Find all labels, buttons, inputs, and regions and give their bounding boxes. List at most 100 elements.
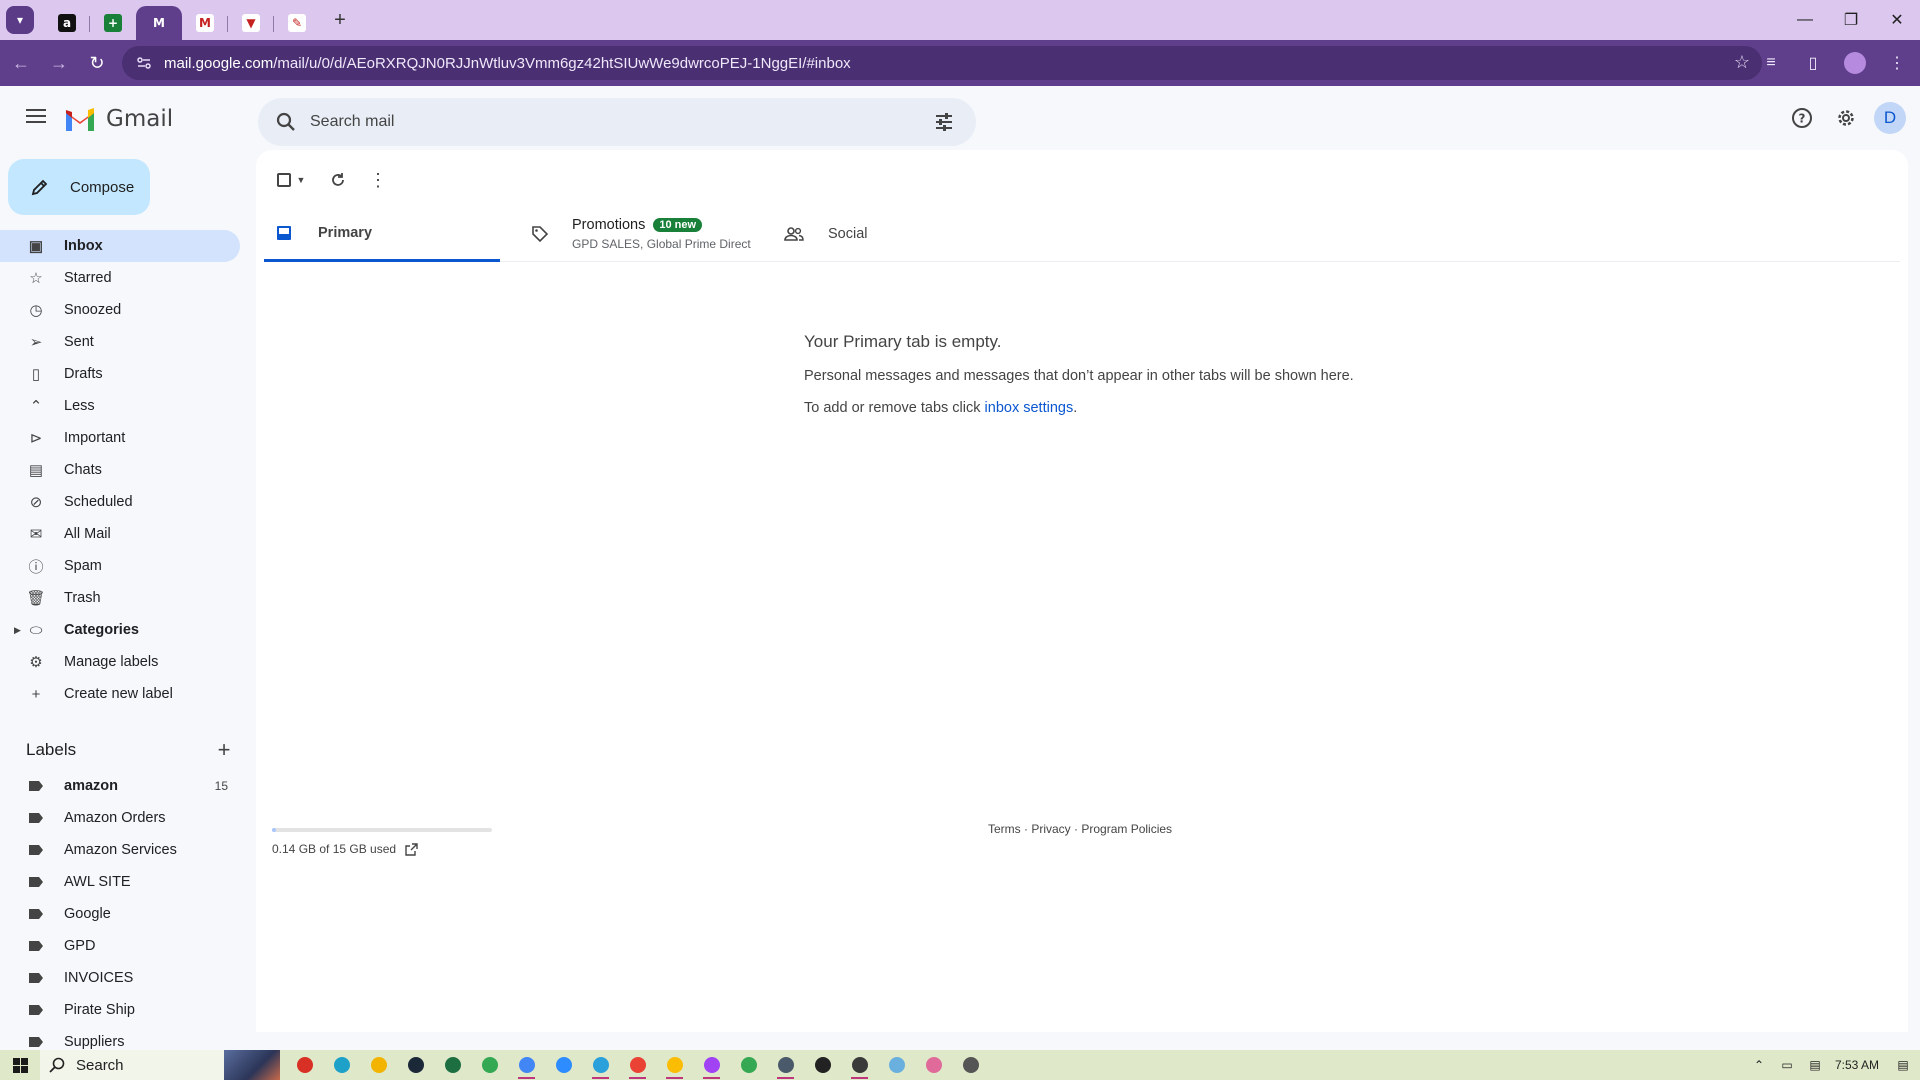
side-panel-icon[interactable]: ▯ xyxy=(1796,46,1830,80)
label-item-google[interactable]: Google xyxy=(0,898,240,930)
steam-app[interactable] xyxy=(397,1050,434,1080)
app-tab-2[interactable]: ✎ xyxy=(273,6,320,40)
clock[interactable]: 7:53 AM xyxy=(1828,1050,1886,1080)
sidebar-item-important[interactable]: ⊳ Important xyxy=(0,422,240,454)
terms-link[interactable]: Terms xyxy=(988,822,1021,836)
telegram-app[interactable] xyxy=(582,1050,619,1080)
tab-primary[interactable]: Primary xyxy=(264,206,500,262)
settings-gear-icon[interactable] xyxy=(1826,98,1866,138)
gmail-header: Gmail ? D xyxy=(0,86,1920,150)
sidebar-item-categories[interactable]: ▶ ⬭ Categories xyxy=(0,614,240,646)
label-item-gpd[interactable]: GPD xyxy=(0,930,240,962)
label-item-pirate-ship[interactable]: Pirate Ship xyxy=(0,994,240,1026)
more-options-button[interactable]: ⋮ xyxy=(358,160,398,200)
gmail-tab[interactable]: M xyxy=(136,6,182,40)
zoom-app[interactable] xyxy=(545,1050,582,1080)
excel-app[interactable] xyxy=(434,1050,471,1080)
folder-app[interactable] xyxy=(360,1050,397,1080)
label-item-invoices[interactable]: INVOICES xyxy=(0,962,240,994)
main-menu-icon[interactable] xyxy=(20,100,52,132)
minimize-button[interactable]: — xyxy=(1782,0,1828,40)
edge-app[interactable] xyxy=(323,1050,360,1080)
label-item-amazon-services[interactable]: Amazon Services xyxy=(0,834,240,866)
privacy-link[interactable]: Privacy xyxy=(1031,822,1070,836)
label-name: INVOICES xyxy=(64,970,134,986)
help-icon[interactable]: ? xyxy=(1782,98,1822,138)
chrome-app-4[interactable] xyxy=(656,1050,693,1080)
gmail-logo[interactable]: Gmail xyxy=(64,106,173,132)
terminal-app[interactable] xyxy=(841,1050,878,1080)
red-app[interactable] xyxy=(286,1050,323,1080)
chrome-app-2[interactable] xyxy=(508,1050,545,1080)
chevron-up-icon[interactable]: ⌃ xyxy=(1746,1050,1772,1080)
gmail-tab-2[interactable]: M xyxy=(182,6,228,40)
add-label-button[interactable]: + xyxy=(208,734,240,766)
refresh-button[interactable] xyxy=(318,160,358,200)
amazon-tab[interactable]: a xyxy=(44,6,90,40)
bookmark-star-icon[interactable]: ☆ xyxy=(1734,52,1750,73)
sidebar-item-scheduled[interactable]: ⊘ Scheduled xyxy=(0,486,240,518)
search-icon[interactable] xyxy=(266,102,306,142)
forward-button[interactable]: → xyxy=(42,46,76,80)
tab-social[interactable]: Social xyxy=(774,206,974,262)
sidebar-item-sent[interactable]: ➢ Sent xyxy=(0,326,240,358)
sidebar-item-all-mail[interactable]: ✉ All Mail xyxy=(0,518,240,550)
chrome-app-3[interactable] xyxy=(619,1050,656,1080)
obs-app[interactable] xyxy=(804,1050,841,1080)
sidebar-item-snoozed[interactable]: ◷ Snoozed xyxy=(0,294,240,326)
sheets-tab-favicon-icon: + xyxy=(104,14,122,32)
chrome-app-5[interactable] xyxy=(693,1050,730,1080)
profile-button[interactable] xyxy=(1838,46,1872,80)
sidebar-item-trash[interactable]: 🗑 Trash xyxy=(0,582,240,614)
network-icon[interactable]: ▤ xyxy=(1802,1050,1828,1080)
tab-promotions[interactable]: Promotions 10 new GPD SALES, Global Prim… xyxy=(520,206,760,262)
app-tab[interactable]: ▼ xyxy=(227,6,274,40)
new-tab-button[interactable]: + xyxy=(326,6,354,34)
notification-icon[interactable]: ▤ xyxy=(1886,1050,1920,1080)
hint-suffix: . xyxy=(1073,400,1078,416)
reload-button[interactable]: ↻ xyxy=(80,46,114,80)
sidebar-item-create-new-label[interactable]: + Create new label xyxy=(0,678,240,710)
omnibox[interactable]: mail.google.com/mail/u/0/d/AEoRXRQJN0RJJ… xyxy=(122,46,1762,80)
sidebar-item-less[interactable]: ⌃ Less xyxy=(0,390,240,422)
url-text[interactable]: mail.google.com/mail/u/0/d/AEoRXRQJN0RJJ… xyxy=(164,55,851,72)
media-control-icon[interactable]: ≡ xyxy=(1754,46,1788,80)
inbox-settings-link[interactable]: inbox settings xyxy=(985,400,1074,416)
browser-menu-icon[interactable]: ⋮ xyxy=(1880,46,1914,80)
paint-app[interactable] xyxy=(915,1050,952,1080)
notepad-app[interactable] xyxy=(878,1050,915,1080)
sidebar-item-chats[interactable]: ▤ Chats xyxy=(0,454,240,486)
label-item-awl-site[interactable]: AWL SITE xyxy=(0,866,240,898)
taskbar-search[interactable]: Search xyxy=(40,1050,280,1080)
compose-button[interactable]: Compose xyxy=(8,159,150,215)
label-name: Google xyxy=(64,906,111,922)
settings-app[interactable] xyxy=(952,1050,989,1080)
account-avatar[interactable]: D xyxy=(1874,102,1906,134)
calculator-app[interactable] xyxy=(767,1050,804,1080)
site-info-icon[interactable] xyxy=(130,49,158,77)
start-button[interactable] xyxy=(0,1050,40,1080)
label-name: amazon xyxy=(64,778,118,794)
search-options-icon[interactable] xyxy=(924,102,964,142)
tab-search-button[interactable]: ▾ xyxy=(6,6,34,34)
chrome-app[interactable] xyxy=(471,1050,508,1080)
select-all-checkbox[interactable]: ▼ xyxy=(270,160,312,200)
chrome-app-6[interactable] xyxy=(730,1050,767,1080)
sheets-tab[interactable]: + xyxy=(89,6,136,40)
header-actions: ? D xyxy=(1782,98,1906,138)
label-item-amazon[interactable]: amazon 15 xyxy=(0,770,240,802)
label-item-amazon-orders[interactable]: Amazon Orders xyxy=(0,802,240,834)
sidebar-item-drafts[interactable]: ▯ Drafts xyxy=(0,358,240,390)
external-link-icon[interactable] xyxy=(404,842,418,856)
search-input[interactable] xyxy=(310,113,924,131)
sidebar-item-spam[interactable]: ⓘ Spam xyxy=(0,550,240,582)
sidebar-item-manage-labels[interactable]: ⚙ Manage labels xyxy=(0,646,240,678)
close-window-button[interactable]: ✕ xyxy=(1874,0,1920,40)
back-button[interactable]: ← xyxy=(4,46,38,80)
program-policies-link[interactable]: Program Policies xyxy=(1081,822,1172,836)
sidebar-item-starred[interactable]: ☆ Starred xyxy=(0,262,240,294)
sidebar-item-inbox[interactable]: ▣ Inbox xyxy=(0,230,240,262)
battery-icon[interactable]: ▭ xyxy=(1772,1050,1802,1080)
restore-button[interactable]: ❐ xyxy=(1828,0,1874,40)
expand-caret-icon[interactable]: ▶ xyxy=(14,625,21,636)
